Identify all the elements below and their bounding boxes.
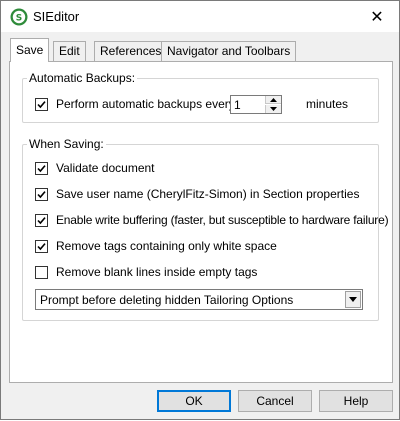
check-icon [37, 190, 46, 198]
automatic-backups-legend: Automatic Backups: [27, 71, 138, 85]
write-buffering-checkbox[interactable] [35, 213, 48, 227]
automatic-backups-label: Perform automatic backups every: [56, 97, 239, 111]
dropdown-selected-value: Prompt before deleting hidden Tailoring … [40, 293, 294, 307]
validate-document-checkbox[interactable] [35, 161, 48, 175]
option-write-buffering: Enable write buffering (faster, but susc… [35, 212, 389, 228]
automatic-backups-row: Perform automatic backups every: [35, 96, 238, 112]
backup-interval-value[interactable]: 1 [234, 98, 241, 112]
hidden-tailoring-dropdown[interactable]: Prompt before deleting hidden Tailoring … [35, 289, 363, 310]
dropdown-arrow-button[interactable] [345, 291, 361, 308]
check-icon [37, 242, 46, 250]
ok-button[interactable]: OK [157, 390, 231, 412]
check-icon [37, 100, 46, 108]
check-icon [37, 216, 46, 224]
option-remove-whitespace-tags: Remove tags containing only white space [35, 238, 277, 254]
chevron-down-icon [349, 297, 357, 302]
spin-down-button[interactable] [265, 105, 281, 113]
remove-whitespace-tags-checkbox[interactable] [35, 239, 48, 253]
remove-blank-lines-checkbox[interactable] [35, 265, 48, 279]
minutes-label: minutes [306, 97, 349, 111]
validate-document-label: Validate document [56, 161, 155, 175]
remove-blank-lines-label: Remove blank lines inside empty tags [56, 265, 258, 279]
when-saving-legend: When Saving: [27, 137, 106, 151]
chevron-down-icon [270, 107, 277, 111]
remove-whitespace-tags-label: Remove tags containing only white space [56, 239, 277, 253]
dialog-window: S SIEditor ✕ Save Edit References Naviga… [0, 0, 400, 420]
automatic-backups-checkbox[interactable] [35, 97, 48, 111]
save-user-name-checkbox[interactable] [35, 187, 48, 201]
help-button[interactable]: Help [319, 390, 393, 412]
write-buffering-label: Enable write buffering (faster, but susc… [56, 213, 389, 227]
check-icon [37, 164, 46, 172]
backup-interval-spinner[interactable]: 1 [230, 95, 282, 114]
spin-up-button[interactable] [265, 96, 281, 104]
chevron-up-icon [270, 97, 277, 102]
option-validate-document: Validate document [35, 160, 155, 176]
cancel-button[interactable]: Cancel [238, 390, 312, 412]
option-remove-blank-lines: Remove blank lines inside empty tags [35, 264, 257, 280]
save-user-name-label: Save user name (CherylFitz-Simon) in Sec… [56, 187, 360, 201]
option-save-user-name: Save user name (CherylFitz-Simon) in Sec… [35, 186, 359, 202]
